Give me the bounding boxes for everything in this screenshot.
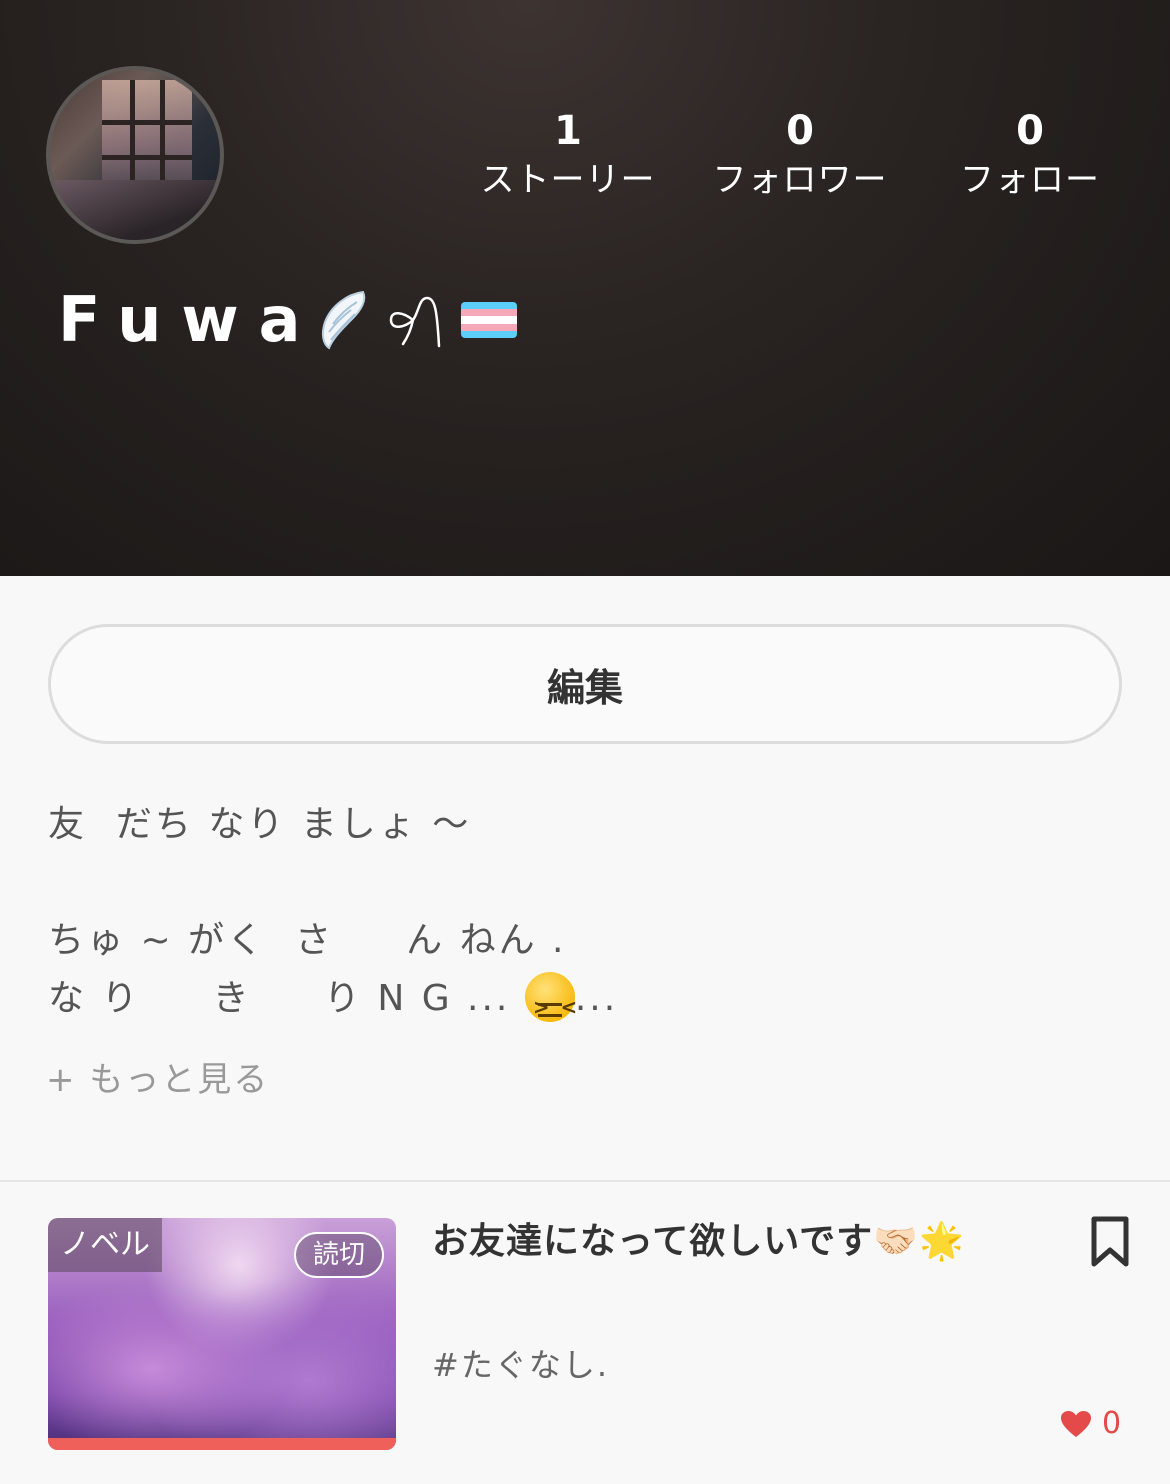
wing-icon — [321, 290, 365, 350]
confounded-face-icon — [524, 972, 579, 1036]
like-count: 0 — [1060, 1406, 1121, 1441]
thumbnail-accent-bar — [48, 1438, 396, 1450]
story-title[interactable]: お友達になって欲しいです🤝🏻🌟 — [432, 1216, 965, 1268]
bookmark-icon[interactable] — [1090, 1216, 1130, 1268]
profile-header: 1 ストーリー 0 フォロワー 0 フォロー Fuwa — [0, 0, 1170, 576]
bio-line: ちゅ ~ がく さ ん ねん . — [48, 920, 567, 961]
divider — [0, 1180, 1170, 1182]
bio-line-text: な り き り N G ... — [48, 978, 525, 1019]
stat-stories[interactable]: 1 ストーリー — [468, 108, 668, 204]
bio-line: 友 だち なり ましょ ～ — [48, 804, 472, 845]
genre-label: ノベル — [48, 1218, 162, 1272]
oneshot-badge: 読切 — [294, 1232, 384, 1278]
transgender-flag-icon — [460, 302, 517, 338]
show-more-link[interactable]: + もっと見る — [46, 1052, 269, 1101]
stat-following-label: フォロー — [960, 160, 1100, 200]
bio-line — [48, 854, 1108, 912]
stat-following[interactable]: 0 フォロー — [930, 108, 1130, 204]
stat-followers[interactable]: 0 フォロワー — [700, 108, 900, 204]
profile-name: Fuwa — [58, 283, 321, 356]
ribbon-icon — [389, 296, 440, 348]
heart-icon — [1061, 1410, 1091, 1437]
stat-followers-count: 0 — [786, 108, 814, 154]
edit-profile-button[interactable]: 編集 — [48, 624, 1122, 744]
profile-name-row: Fuwa — [58, 280, 517, 360]
stat-followers-label: フォロワー — [712, 160, 888, 200]
avatar[interactable] — [46, 66, 224, 244]
stat-following-count: 0 — [1016, 108, 1044, 154]
bio-ellipsis: ... — [574, 978, 619, 1019]
stat-stories-label: ストーリー — [480, 160, 656, 200]
story-tag[interactable]: #たぐなし. — [432, 1340, 609, 1386]
like-count-value: 0 — [1102, 1406, 1122, 1441]
stat-stories-count: 1 — [554, 108, 582, 154]
profile-bio: 友 だち なり ましょ ～ ちゅ ~ がく さ ん ねん . な り き り N… — [48, 796, 1108, 1036]
bio-line-last: な り き り N G ... ... — [48, 970, 1108, 1036]
story-thumbnail[interactable]: ノベル 読切 — [48, 1218, 396, 1450]
